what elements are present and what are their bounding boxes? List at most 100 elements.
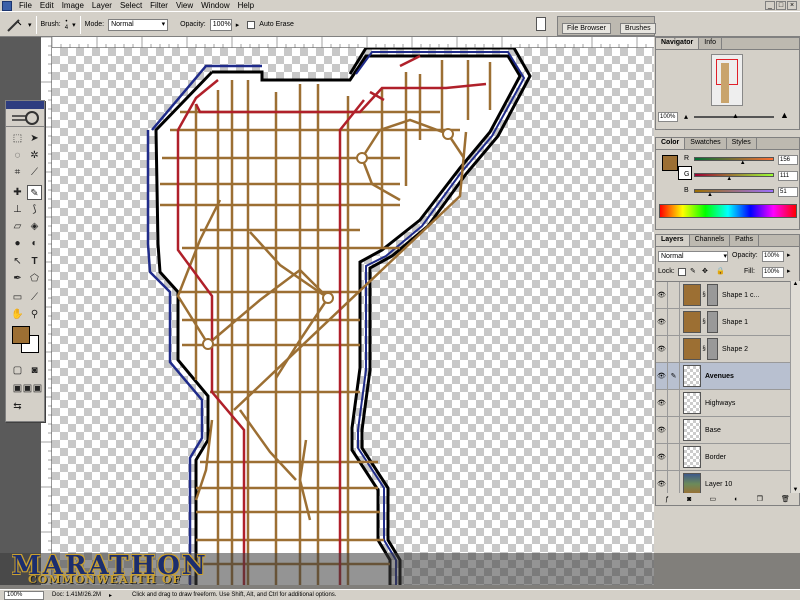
status-zoom[interactable]: 100% <box>4 590 44 600</box>
toolbox-titlebar[interactable] <box>6 101 44 109</box>
crop-tool-icon[interactable]: ⌗ <box>10 165 25 180</box>
brush-picker[interactable]: • 4 <box>65 19 68 31</box>
link-slot[interactable] <box>668 308 680 336</box>
adjustment-layer-icon[interactable]: ◐ <box>734 496 738 503</box>
tab-swatches[interactable]: Swatches <box>685 138 727 149</box>
lock-position-icon[interactable]: ✥ <box>702 267 708 275</box>
layer-thumbnail[interactable] <box>683 311 701 333</box>
link-slot[interactable] <box>668 335 680 363</box>
navigator-zoom-input[interactable]: 100% <box>658 112 678 122</box>
color-fg-swatch[interactable] <box>662 155 678 171</box>
tab-brushes[interactable]: Brushes <box>620 23 656 34</box>
fill-arrow[interactable]: ▸ <box>787 267 791 275</box>
minimize-button[interactable]: _ <box>765 1 775 10</box>
pencil-tool-icon[interactable] <box>4 16 24 34</box>
adobe-logo-icon[interactable] <box>6 109 44 127</box>
link-slot[interactable] <box>668 416 680 444</box>
link-slot[interactable] <box>668 282 680 309</box>
layer-thumbnail[interactable] <box>683 284 701 306</box>
standard-mode-icon[interactable]: ▢ <box>10 363 25 378</box>
healing-brush-tool-icon[interactable]: ✚ <box>10 185 25 200</box>
foreground-color-swatch[interactable] <box>12 326 30 344</box>
hand-tool-icon[interactable]: ✋ <box>10 307 25 322</box>
channel-value-input[interactable]: 156 <box>778 155 798 165</box>
layer-thumbnail[interactable] <box>683 419 701 441</box>
visibility-eye-icon[interactable]: 👁 <box>656 389 668 417</box>
mode-select[interactable]: Normal ▾ <box>108 18 169 31</box>
color-spectrum-bar[interactable] <box>659 204 797 218</box>
magic-wand-tool-icon[interactable]: ✲ <box>27 148 42 163</box>
vector-mask-thumbnail[interactable] <box>707 284 718 306</box>
menu-help[interactable]: Help <box>234 1 258 10</box>
layer-row[interactable]: 👁 Base <box>656 416 790 444</box>
screen-mode-full-icon[interactable]: ▣ <box>30 381 45 396</box>
active-layer-brush-icon[interactable]: ✎ <box>668 362 680 390</box>
brush-picker-arrow[interactable]: ▾ <box>72 21 76 29</box>
auto-erase-checkbox[interactable] <box>247 20 256 29</box>
layer-thumbnail[interactable] <box>683 365 701 387</box>
layer-style-icon[interactable]: ƒ <box>665 496 669 503</box>
pen-tool-icon[interactable]: ✒ <box>10 271 25 286</box>
link-slot[interactable] <box>668 389 680 417</box>
menu-filter[interactable]: Filter <box>146 1 172 10</box>
opacity-arrow[interactable]: ▸ <box>236 21 240 29</box>
status-arrow[interactable]: ▸ <box>109 592 112 599</box>
menu-select[interactable]: Select <box>116 1 146 10</box>
vector-mask-thumbnail[interactable] <box>707 311 718 333</box>
layer-thumbnail[interactable] <box>683 473 701 493</box>
document-canvas[interactable] <box>52 48 654 585</box>
lock-pixels-icon[interactable]: ✎ <box>690 267 696 275</box>
eyedropper-tool-icon[interactable]: ⟋ <box>27 290 42 305</box>
fill-input[interactable]: 100% <box>762 267 784 278</box>
tab-styles[interactable]: Styles <box>727 138 757 149</box>
menu-edit[interactable]: Edit <box>36 1 58 10</box>
layer-row[interactable]: 👁 ✎ Avenues <box>656 362 790 390</box>
channel-slider-thumb[interactable]: ▲ <box>740 160 746 166</box>
layer-thumbnail[interactable] <box>683 446 701 468</box>
tool-preset-arrow[interactable]: ▾ <box>28 21 32 29</box>
marquee-tool-icon[interactable]: ⬚ <box>10 131 25 146</box>
blur-tool-icon[interactable]: ● <box>10 236 25 251</box>
lock-transparency-checkbox[interactable] <box>678 268 686 276</box>
navigator-slider-thumb[interactable]: ▲ <box>732 113 739 120</box>
menu-file[interactable]: File <box>15 1 36 10</box>
path-selection-tool-icon[interactable]: ↖ <box>10 254 25 269</box>
link-slot[interactable] <box>668 443 680 471</box>
menu-layer[interactable]: Layer <box>88 1 116 10</box>
channel-slider[interactable] <box>694 189 774 193</box>
tab-info[interactable]: Info <box>699 38 722 49</box>
layer-row[interactable]: 👁 Highways <box>656 389 790 417</box>
menu-image[interactable]: Image <box>58 1 88 10</box>
quick-mask-icon[interactable]: ◙ <box>27 363 42 378</box>
link-slot[interactable] <box>668 470 680 493</box>
blend-mode-select[interactable]: Normal ▾ <box>658 251 728 262</box>
channel-slider-thumb[interactable]: ▲ <box>707 192 713 198</box>
scroll-up-icon[interactable]: ▲ <box>791 281 800 287</box>
maximize-button[interactable]: □ <box>776 1 786 10</box>
tab-paths[interactable]: Paths <box>730 235 760 246</box>
transit-map-artwork[interactable] <box>52 48 654 585</box>
visibility-eye-icon[interactable]: 👁 <box>656 282 668 309</box>
tab-file-browser[interactable]: File Browser <box>562 23 611 34</box>
zoom-tool-icon[interactable]: ⚲ <box>27 307 42 322</box>
layer-row[interactable]: 👁 § Shape 1 <box>656 308 790 336</box>
channel-value-input[interactable]: 51 <box>778 187 798 197</box>
visibility-eye-icon[interactable]: 👁 <box>656 308 668 336</box>
status-doc-size[interactable]: Doc: 1.41M/26.2M <box>52 592 101 598</box>
channel-slider[interactable] <box>694 157 774 161</box>
type-tool-icon[interactable]: T <box>27 254 42 269</box>
shape-tool-icon[interactable]: ⬠ <box>27 271 42 286</box>
zoom-out-icon[interactable]: ▴ <box>684 112 688 121</box>
navigator-thumbnail[interactable] <box>711 54 743 106</box>
layer-opacity-arrow[interactable]: ▸ <box>787 251 791 259</box>
visibility-eye-icon[interactable]: 👁 <box>656 416 668 444</box>
layer-list-scrollbar[interactable]: ▲ ▼ <box>790 281 800 493</box>
new-layer-icon[interactable]: ❐ <box>757 495 763 503</box>
palette-well-icon[interactable] <box>536 17 546 31</box>
slice-tool-icon[interactable]: ⟋ <box>27 165 42 180</box>
layer-row[interactable]: 👁 § Shape 1 c... <box>656 282 790 309</box>
history-brush-tool-icon[interactable]: ⟆ <box>27 202 42 217</box>
paint-bucket-tool-icon[interactable]: ◈ <box>27 219 42 234</box>
layer-row[interactable]: 👁 § Shape 2 <box>656 335 790 363</box>
trash-icon[interactable]: 🗑 <box>781 495 790 503</box>
